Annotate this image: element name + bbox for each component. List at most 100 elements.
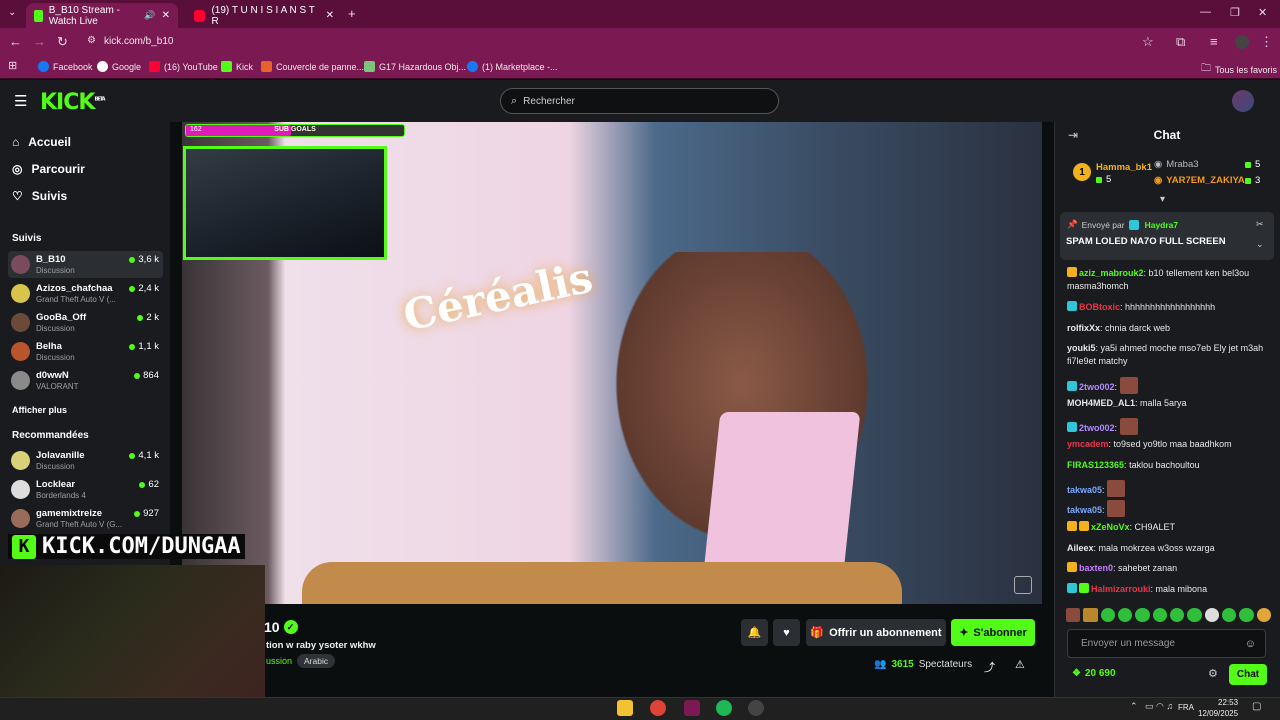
forward-icon[interactable]: → — [33, 34, 46, 49]
picture-in-picture-icon[interactable] — [1014, 576, 1032, 594]
extensions-icon[interactable]: ⧉ — [1176, 34, 1185, 50]
google-icon — [97, 61, 108, 72]
share-icon[interactable]: ⤴ — [984, 659, 995, 675]
channel-points[interactable]: ❖ 20 690 — [1072, 668, 1116, 679]
emote-icon[interactable] — [1117, 608, 1133, 622]
show-more-link[interactable]: Afficher plus — [12, 405, 67, 415]
emote-icon[interactable] — [1066, 608, 1081, 622]
search-input[interactable]: ⌕ Rechercher — [500, 88, 779, 114]
badge-icon — [1079, 583, 1089, 593]
emote-icon[interactable] — [1256, 608, 1271, 622]
followed-channel[interactable]: Belha Discussion 1,1 k — [8, 338, 163, 365]
emote-icon[interactable] — [1187, 608, 1202, 622]
recommended-channel[interactable]: gamemixtreize Grand Theft Auto V (G... 9… — [8, 505, 163, 532]
tab-close-icon[interactable]: ✕ — [162, 10, 170, 21]
site-info-icon[interactable]: ⚙ — [87, 35, 96, 46]
tab-close-icon[interactable]: ✕ — [326, 10, 334, 21]
report-icon[interactable]: ⚠ — [1015, 658, 1025, 671]
facebook-icon — [467, 61, 478, 72]
send-chat-button[interactable]: Chat — [1229, 664, 1267, 685]
emote-icon[interactable] — [1135, 608, 1150, 622]
recommended-channel[interactable]: Jolavanille Discussion 4,1 k — [8, 447, 163, 474]
reload-icon[interactable]: ↻ — [57, 34, 68, 50]
back-icon[interactable]: ← — [9, 34, 22, 49]
all-bookmarks[interactable]: 🗀 Tous les favoris — [1201, 61, 1277, 78]
expand-leaderboard-icon[interactable]: ▾ — [1160, 194, 1165, 205]
bookmark-google[interactable]: Google — [97, 61, 141, 72]
gift-sub-button[interactable]: 🎁 Offrir un abonnement — [806, 619, 946, 646]
followed-channel[interactable]: GooBa_Off Discussion 2 k — [8, 309, 163, 336]
tab-search-icon[interactable]: ⌄ — [8, 7, 16, 18]
restore-icon[interactable]: ❐ — [1230, 6, 1240, 19]
notifications-button[interactable]: 🔔 — [741, 619, 768, 646]
emote-icon[interactable] — [1169, 608, 1185, 622]
leaderboard-user[interactable]: Hamma_bk1 — [1096, 162, 1152, 173]
url-field[interactable]: kick.com/b_b10 — [104, 36, 173, 47]
file-explorer-icon[interactable] — [617, 700, 633, 716]
leaderboard-user[interactable]: ◉ YAR7EM_ZAKIYA — [1154, 175, 1245, 186]
notifications-icon[interactable]: ▢ — [1252, 701, 1261, 712]
bookmark-g17[interactable]: G17 Hazardous Obj... — [364, 61, 466, 72]
emote-icon[interactable] — [1083, 608, 1098, 622]
window-close-icon[interactable]: ✕ — [1258, 6, 1267, 19]
apps-grid-icon[interactable]: ⊞ — [8, 59, 17, 72]
recommended-channel[interactable]: Locklear Borderlands 4 62 — [8, 476, 163, 503]
bookmark-youtube[interactable]: (16) YouTube — [149, 61, 218, 72]
chat-message: xZeNoVx: CH9ALET — [1067, 521, 1272, 534]
minimize-icon[interactable]: — — [1200, 6, 1211, 18]
bookmark-marketplace[interactable]: (1) Marketplace -... — [467, 61, 558, 72]
chat-settings-icon[interactable]: ⚙ — [1208, 667, 1218, 680]
subscribe-button[interactable]: ✦ S'abonner — [951, 619, 1035, 646]
badge-icon — [1067, 521, 1077, 531]
bookmark-star-icon[interactable]: ☆ — [1142, 34, 1154, 50]
badge-icon — [1067, 422, 1077, 432]
app-icon[interactable] — [748, 700, 764, 716]
emoji-picker-icon[interactable]: ☺ — [1245, 638, 1256, 650]
hamburger-menu-icon[interactable]: ☰ — [14, 92, 27, 110]
follow-button[interactable]: ♥ — [773, 619, 800, 646]
leaderboard-user[interactable]: ◉ Mraba3 — [1154, 159, 1199, 170]
emote-icon[interactable] — [1239, 608, 1254, 622]
emote-icon[interactable] — [1221, 608, 1237, 622]
streamer-name[interactable]: 10 ✓ — [264, 619, 298, 635]
bookmark-kick[interactable]: Kick — [221, 61, 253, 72]
input-language[interactable]: FRA — [1178, 703, 1194, 712]
media-controls-icon[interactable]: ≡ — [1210, 34, 1218, 49]
emote-icon[interactable] — [1100, 608, 1115, 622]
emote-bar — [1066, 608, 1271, 624]
language-tag[interactable]: Arabic — [297, 654, 336, 668]
followed-channel[interactable]: Azizos_chafchaa Grand Theft Auto V (... … — [8, 280, 163, 307]
tab-youtube[interactable]: (19) T U N I S I A N S T R ✕ — [186, 3, 342, 28]
emote-icon[interactable] — [1152, 608, 1167, 622]
live-viewers: 62 — [139, 479, 159, 490]
chevron-down-icon[interactable]: ⌄ — [1256, 239, 1264, 250]
gift-count-icon — [1245, 161, 1251, 168]
chat-message-input[interactable]: Envoyer un message ☺ — [1067, 629, 1266, 658]
followed-channel[interactable]: B_B10 Discussion 3,6 k — [8, 251, 163, 278]
spotify-icon[interactable] — [716, 700, 732, 716]
chrome-icon[interactable] — [650, 700, 666, 716]
system-clock[interactable]: 22:53 12/09/2025 — [1198, 697, 1238, 719]
tab-active[interactable]: B_B10 Stream - Watch Live 🔊 ✕ — [26, 3, 178, 28]
audio-icon[interactable]: 🔊 — [144, 10, 155, 21]
user-avatar[interactable] — [1232, 90, 1254, 112]
stream-category[interactable]: ussion — [266, 656, 292, 666]
bookmark-couvercle[interactable]: Couvercle de panne... — [261, 61, 364, 72]
emote-icon — [1107, 480, 1126, 497]
rank-icon: ◉ — [1154, 159, 1163, 170]
tray-chevron-icon[interactable]: ⌃ — [1130, 701, 1138, 712]
emote-icon[interactable] — [1204, 608, 1219, 622]
new-tab-icon[interactable]: + — [348, 6, 356, 21]
profile-avatar[interactable] — [1235, 35, 1249, 49]
followed-channel[interactable]: d0wwN VALORANT 864 — [8, 367, 163, 394]
browser-app-icon[interactable] — [684, 700, 700, 716]
kick-logo[interactable]: KICKBETA — [40, 90, 106, 115]
nav-home[interactable]: ⌂ Accueil — [12, 135, 71, 149]
nav-following[interactable]: ♡ Suivis — [12, 189, 67, 203]
bookmark-facebook[interactable]: Facebook — [38, 61, 93, 72]
nav-browse[interactable]: ◎ Parcourir — [12, 162, 85, 176]
menu-icon[interactable]: ⋮ — [1260, 34, 1273, 50]
chat-message: Halmizarrouki: mala mibona — [1067, 583, 1272, 596]
unpin-icon[interactable]: ✂ — [1256, 219, 1264, 230]
tray-icons[interactable]: ▭ ◠ ♫ — [1145, 701, 1173, 712]
